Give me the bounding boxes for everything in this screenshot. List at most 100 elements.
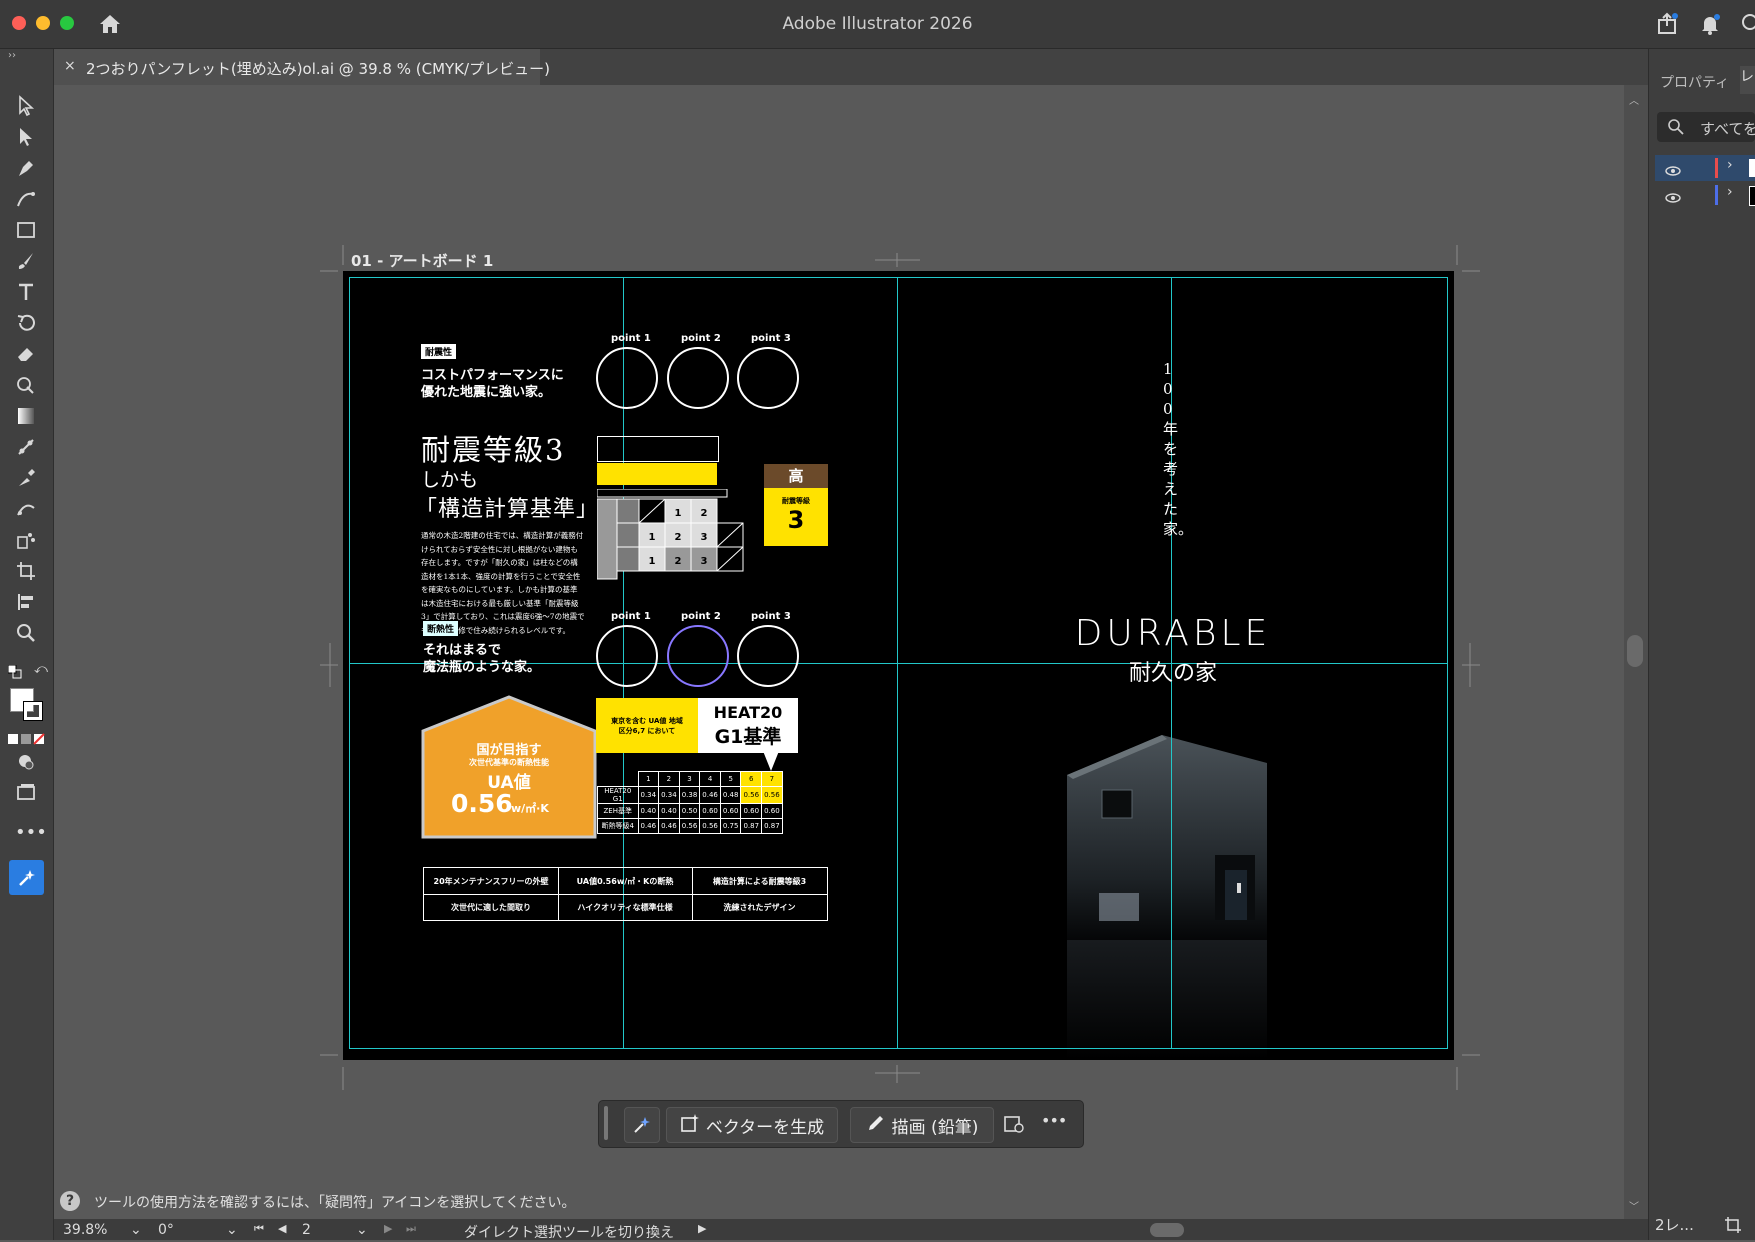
zoom-dropdown-chevron-icon[interactable]: ⌄ <box>130 1222 142 1238</box>
image-trace-icon[interactable] <box>1003 1113 1025 1139</box>
tab-properties[interactable]: プロパティ <box>1660 72 1729 92</box>
table-cell: 0.50 <box>678 803 701 819</box>
stroke-color-swatch[interactable] <box>23 701 43 721</box>
vertical-copy: 100年を考えた家。 <box>1163 360 1194 538</box>
collapse-toolbar-icon[interactable]: ›› <box>8 50 16 61</box>
tool-toggle-label[interactable]: ダイレクト選択ツールを切り換え <box>464 1222 674 1242</box>
first-artboard-icon[interactable]: ⏮ <box>254 1222 264 1236</box>
puppet-warp-tool-icon[interactable] <box>13 496 39 522</box>
table-cell: 0.60 <box>719 803 742 819</box>
previous-artboard-icon[interactable]: ◀ <box>278 1222 286 1235</box>
app-title: Adobe Illustrator 2026 <box>782 14 973 34</box>
table-cell: 0.46 <box>637 818 660 834</box>
svg-text:3: 3 <box>701 532 708 543</box>
eye-icon[interactable] <box>1665 162 1681 181</box>
help-icon[interactable]: ? <box>60 1191 80 1211</box>
default-colors-icon[interactable] <box>7 664 22 679</box>
table-header-cell: 4 <box>699 771 721 787</box>
blend-tool-icon[interactable] <box>13 434 39 460</box>
gradient-tool-icon[interactable] <box>13 403 39 429</box>
artboard-tool-icon[interactable] <box>13 558 39 584</box>
pencil-icon <box>866 1113 886 1138</box>
svg-text:2: 2 <box>675 532 682 543</box>
note-yellow-box <box>597 463 717 485</box>
artboard-number-field[interactable]: 2 <box>302 1222 311 1238</box>
swap-colors-icon[interactable]: ⤺ <box>34 662 48 677</box>
symbol-sprayer-tool-icon[interactable] <box>13 527 39 553</box>
generate-vector-button[interactable]: ベクターを生成 <box>666 1107 838 1143</box>
share-icon[interactable] <box>1655 12 1679 40</box>
table-cell: 0.56 <box>761 786 783 804</box>
table-cell: HEAT20 G1 <box>597 786 639 804</box>
more-tools-icon[interactable]: ••• <box>15 822 47 843</box>
zoom-tool-icon[interactable] <box>13 620 39 646</box>
eraser-tool-icon[interactable] <box>13 341 39 367</box>
headline-structural: 「構造計算基準」 <box>415 497 600 522</box>
table-cell: 断熱等級4 <box>597 818 639 834</box>
grade-box-label: 耐震等級 <box>782 497 810 505</box>
guide-col-2 <box>897 277 898 1049</box>
heat20-title-box: HEAT20 G1基準 <box>698 698 798 753</box>
table-header-cell: 6 <box>740 771 763 787</box>
rotate-tool-icon[interactable] <box>13 310 39 336</box>
next-artboard-icon[interactable]: ▶ <box>384 1222 392 1235</box>
table-cell: 0.56 <box>740 786 763 804</box>
search-icon <box>1668 119 1684 139</box>
table-row: HEAT20 G1 0.34 0.34 0.38 0.46 0.48 0.56 … <box>597 786 783 804</box>
drawing-mode-icon[interactable] <box>13 749 39 775</box>
search-icon[interactable] <box>1738 12 1755 40</box>
bell-icon[interactable] <box>1698 12 1722 40</box>
draw-pencil-button[interactable]: 描画 (鉛筆) <box>850 1107 994 1143</box>
table-cell: 0.34 <box>637 786 660 804</box>
layer-color-marker <box>1715 158 1718 178</box>
table-cell: 0.56 <box>699 818 721 834</box>
heat20-pointer <box>763 751 779 771</box>
chevron-right-icon[interactable]: › <box>1727 157 1733 173</box>
align-tool-icon[interactable] <box>13 589 39 615</box>
curvature-tool-icon[interactable] <box>13 186 39 212</box>
color-mode-icons[interactable] <box>8 730 46 749</box>
eye-icon[interactable] <box>1665 189 1681 208</box>
chevron-right-icon[interactable]: › <box>1727 184 1733 200</box>
close-tab-button[interactable]: × <box>64 58 76 74</box>
artboards-icon[interactable] <box>1724 1216 1742 1238</box>
rectangle-tool-icon[interactable] <box>13 217 39 243</box>
drag-handle[interactable] <box>604 1106 608 1140</box>
rotation-field[interactable]: 0° <box>158 1222 174 1238</box>
feature-grid: 20年メンテナンスフリーの外壁 UA値0.56w/㎡・Kの断熱 構造計算による耐… <box>423 867 828 921</box>
horizontal-scrollbar-thumb[interactable] <box>1150 1223 1184 1237</box>
tool-toggle-menu-icon[interactable]: ▶ <box>698 1222 706 1235</box>
zoom-field[interactable]: 39.8% <box>63 1222 107 1238</box>
paintbrush-tool-icon[interactable] <box>13 248 39 274</box>
layer-row[interactable]: › <box>1655 182 1755 208</box>
last-artboard-icon[interactable]: ⏭ <box>406 1222 416 1236</box>
screen-mode-icon[interactable] <box>13 780 39 806</box>
eyedropper-tool-icon[interactable] <box>13 465 39 491</box>
pen-tool-icon[interactable] <box>13 155 39 181</box>
point-circle <box>596 625 658 687</box>
point-label: point 1 <box>611 333 651 344</box>
direct-selection-tool-icon[interactable] <box>13 124 39 150</box>
generative-ai-tool-icon[interactable] <box>9 860 44 895</box>
scroll-down-icon[interactable]: ﹀ <box>1629 1198 1639 1213</box>
status-help-message: ツールの使用方法を確認するには、「疑問符」アイコンを選択してください。 <box>94 1195 576 1211</box>
house-ua-unit: w/㎡·K <box>511 802 549 815</box>
vertical-scrollbar-thumb[interactable] <box>1627 635 1643 667</box>
layer-row[interactable]: › <box>1655 155 1755 181</box>
document-tab-title[interactable]: 2つおりパンフレット(埋め込み)ol.ai @ 39.8 % (CMYK/プレビ… <box>86 58 550 79</box>
table-header-cell: 1 <box>637 771 660 787</box>
scroll-up-icon[interactable]: ︿ <box>1629 92 1639 107</box>
tab-layers[interactable]: レ <box>1740 66 1755 94</box>
table-cell: 0.75 <box>719 818 742 834</box>
table-cell: 0.56 <box>678 818 701 834</box>
artboard[interactable]: 耐震性 コストパフォーマンスに 優れた地震に強い家。 耐震等級3 しかも 「構造… <box>343 271 1454 1060</box>
selection-tool-icon[interactable] <box>13 93 39 119</box>
generative-ai-icon[interactable] <box>624 1107 660 1143</box>
house-text-2: 次世代基準の断熱性能 <box>469 758 549 767</box>
artboard-dropdown-chevron-icon[interactable]: ⌄ <box>356 1222 368 1238</box>
type-tool-icon[interactable] <box>13 279 39 305</box>
layers-search-placeholder: すべてを <box>1700 120 1755 138</box>
more-options-icon[interactable]: ••• <box>1041 1111 1067 1130</box>
shape-builder-tool-icon[interactable] <box>13 372 39 398</box>
rotation-dropdown-chevron-icon[interactable]: ⌄ <box>226 1222 238 1238</box>
